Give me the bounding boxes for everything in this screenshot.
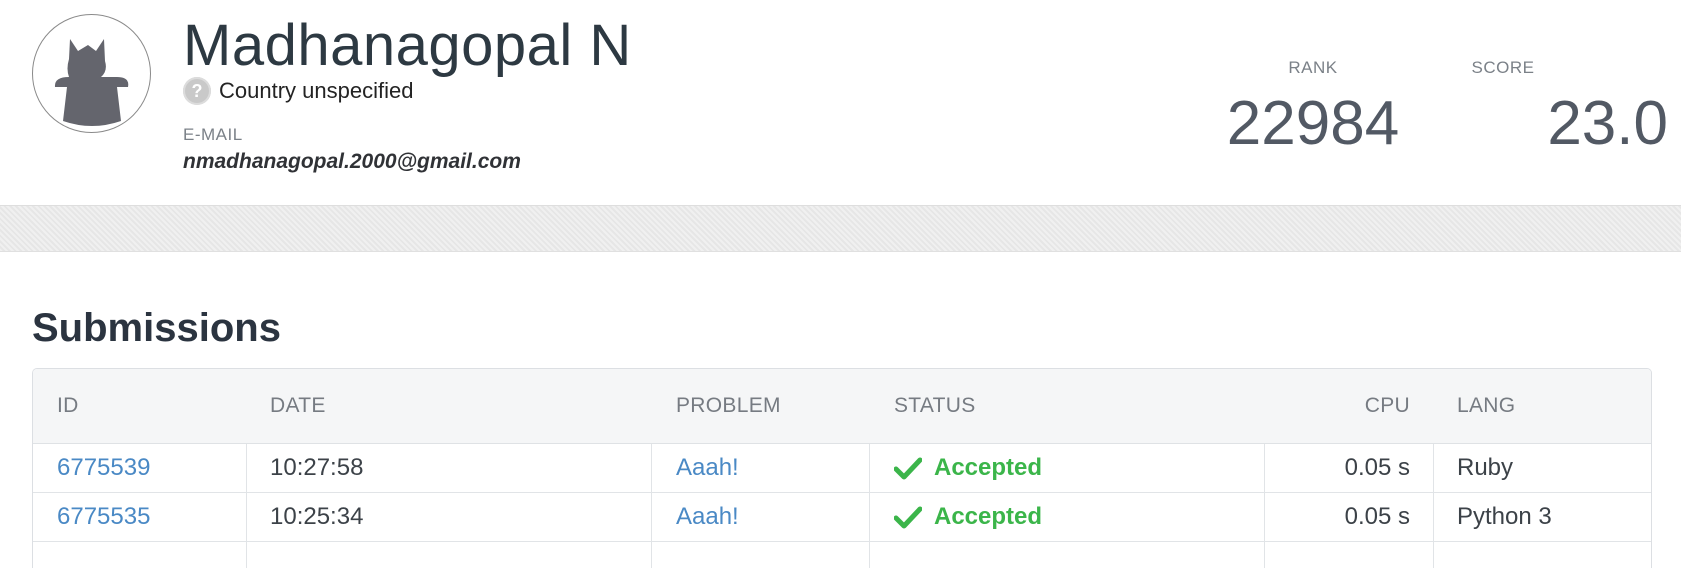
column-header-id[interactable]: ID — [57, 369, 79, 443]
cpu-time: 0.05 s — [1344, 454, 1410, 481]
status-cell: Accepted — [894, 493, 1042, 541]
status-cell: Accepted — [894, 444, 1042, 492]
submission-date: 10:27:58 — [270, 454, 364, 481]
avatar[interactable] — [32, 14, 151, 133]
score-value: 23.0 — [1547, 89, 1668, 158]
submissions-table: ID DATE PROBLEM STATUS CPU LANG 6775539 … — [32, 368, 1652, 568]
column-header-problem[interactable]: PROBLEM — [676, 369, 781, 443]
language: Ruby — [1457, 454, 1514, 481]
checkmark-icon — [894, 457, 922, 480]
country-label: Country unspecified — [219, 78, 414, 103]
column-header-date[interactable]: DATE — [270, 369, 326, 443]
column-header-cpu[interactable]: CPU — [1264, 369, 1410, 443]
status-label: Accepted — [934, 503, 1043, 530]
submissions-title: Submissions — [32, 306, 281, 350]
column-header-lang[interactable]: LANG — [1457, 369, 1515, 443]
rank-label: RANK — [1288, 58, 1338, 77]
problem-link[interactable]: Aaah! — [676, 444, 739, 492]
email-value: nmadhanagopal.2000@gmail.com — [183, 150, 521, 173]
table-row: 6775539 10:27:58 Aaah! Accepted 0.05 s R… — [33, 444, 1651, 493]
table-row: 6775535 10:25:34 Aaah! Accepted 0.05 s P… — [33, 493, 1651, 542]
score-label: SCORE — [1471, 58, 1535, 77]
country-info: ? Country unspecified — [183, 77, 413, 105]
language: Python 3 — [1457, 503, 1552, 530]
table-header: ID DATE PROBLEM STATUS CPU LANG — [33, 369, 1651, 444]
submission-id-link[interactable]: 6775535 — [57, 493, 150, 541]
divider-band — [0, 206, 1681, 252]
user-name: Madhanagopal N — [183, 13, 632, 78]
checkmark-icon — [894, 506, 922, 529]
cpu-time: 0.05 s — [1344, 503, 1410, 530]
rank-value: 22984 — [1226, 89, 1400, 158]
status-label: Accepted — [934, 454, 1043, 481]
submission-id-link[interactable]: 6775539 — [57, 444, 150, 492]
profile-header: Madhanagopal N ? Country unspecified E-M… — [0, 0, 1681, 206]
email-label: E-MAIL — [183, 125, 243, 144]
column-header-status[interactable]: STATUS — [894, 369, 976, 443]
problem-link[interactable]: Aaah! — [676, 493, 739, 541]
cat-silhouette-avatar-icon — [54, 39, 129, 126]
question-mark-icon: ? — [183, 77, 211, 105]
submission-date: 10:25:34 — [270, 503, 364, 530]
